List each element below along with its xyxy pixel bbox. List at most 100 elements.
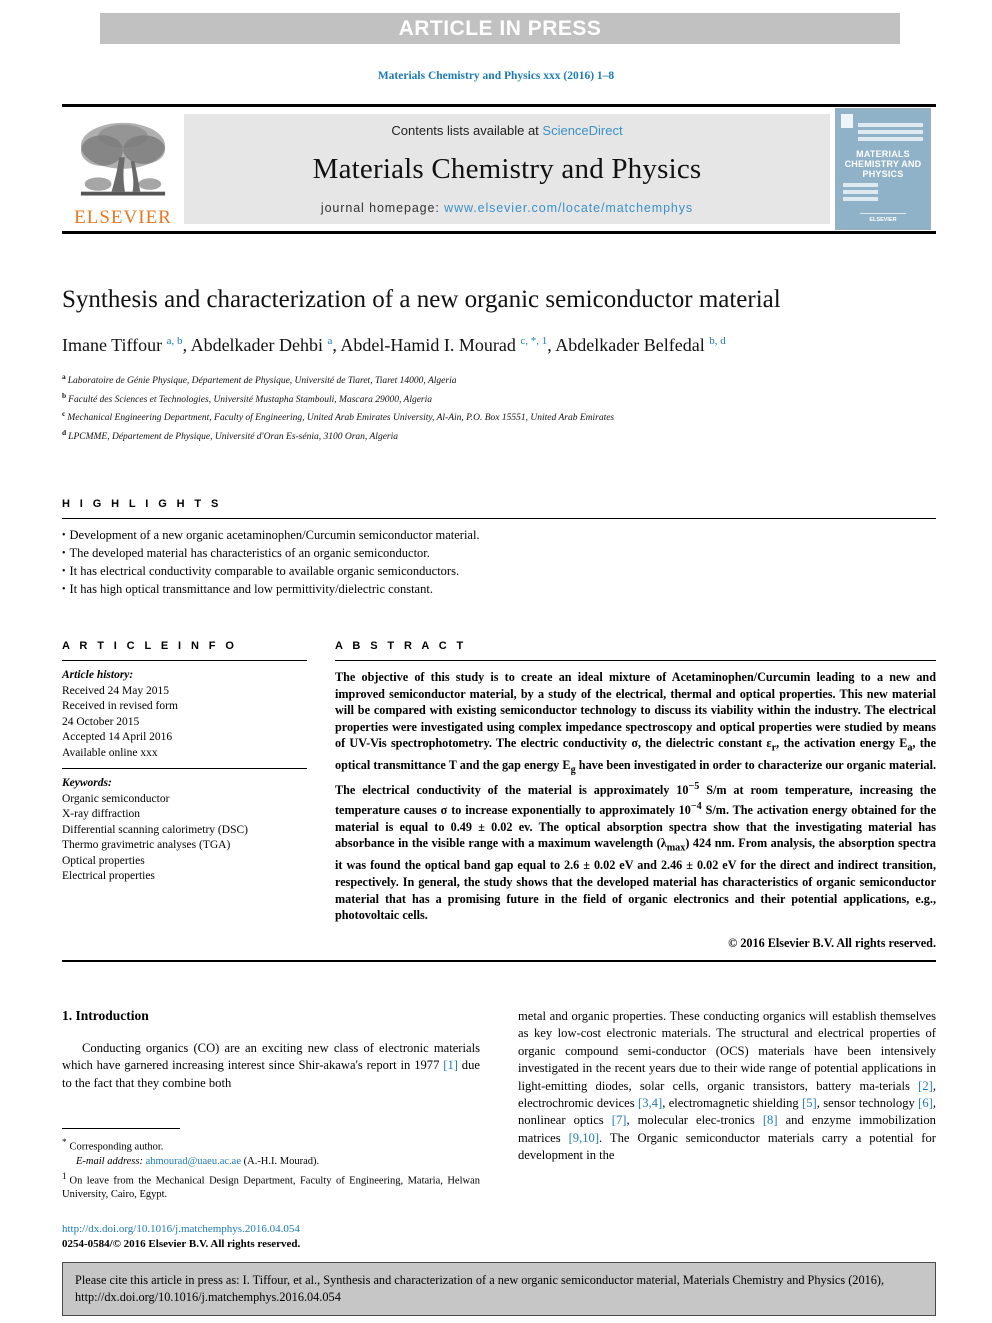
journal-cover-block: MATERIALS CHEMISTRY AND PHYSICS ELSEVIER <box>830 107 936 231</box>
body-column-right: metal and organic properties. These cond… <box>518 1008 936 1165</box>
issn-copyright-line: 0254-0584/© 2016 Elsevier B.V. All right… <box>62 1238 301 1250</box>
affiliation-mark: a <box>62 372 66 381</box>
cover-elsevier-mark <box>841 114 853 128</box>
keywords-rule <box>62 768 307 769</box>
cover-publisher-label: ELSEVIER <box>869 217 897 223</box>
footnote-email-line: E-mail address: ahmourad@uaeu.ac.ae (A.-… <box>62 1155 480 1169</box>
cover-bar <box>858 137 923 141</box>
cover-title-line3: PHYSICS <box>862 169 904 179</box>
affiliation-item: a Laboratoire de Génie Physique, Départem… <box>62 370 936 389</box>
article-history-label: Article history: <box>62 669 134 681</box>
article-info-section: A R T I C L E I N F O Article history: R… <box>62 640 307 951</box>
cover-title-line1: MATERIALS <box>856 149 910 159</box>
footnote-rule <box>62 1128 180 1129</box>
abstract-copyright: © 2016 Elsevier B.V. All rights reserved… <box>728 935 936 950</box>
cover-bar <box>843 197 878 201</box>
footnote-email-link[interactable]: ahmourad@uaeu.ac.ae <box>146 1156 241 1167</box>
journal-homepage-link[interactable]: www.elsevier.com/locate/matchemphys <box>444 201 693 215</box>
affiliation-mark: b <box>62 390 67 400</box>
keyword-item: Organic semiconductor <box>62 792 170 805</box>
highlights-list: Development of a new organic acetaminoph… <box>62 527 936 599</box>
article-history-item: Received 24 May 2015 <box>62 684 169 697</box>
footnote-email-suffix: (A.-H.I. Mourad). <box>243 1155 320 1167</box>
paper-page: ARTICLE IN PRESS Materials Chemistry and… <box>0 0 992 1323</box>
article-history-block: Article history: Received 24 May 2015 Re… <box>62 668 307 761</box>
cite-this-article-box: Please cite this article in press as: I.… <box>62 1262 936 1316</box>
intro-paragraph-left: Conducting organics (CO) are an exciting… <box>62 1041 480 1090</box>
elsevier-wordmark: ELSEVIER <box>74 207 172 228</box>
keyword-item: Electrical properties <box>62 870 155 882</box>
affiliation-mark: d <box>62 427 67 437</box>
affiliation-text: LPCMME, Département de Physique, Univers… <box>68 432 398 443</box>
cover-bar <box>843 190 878 194</box>
info-abstract-region: A R T I C L E I N F O Article history: R… <box>62 640 936 951</box>
cover-bar <box>843 183 878 187</box>
keywords-label: Keywords: <box>62 777 112 789</box>
abstract-rule <box>335 660 936 661</box>
keyword-item: Optical properties <box>62 854 145 867</box>
footnote-asterisk-mark: * <box>62 1137 67 1147</box>
footnote-corresponding-author: * Corresponding author. <box>62 1135 480 1155</box>
section-heading-introduction: 1. Introduction <box>62 1008 149 1023</box>
masthead-center: Contents lists available at ScienceDirec… <box>184 114 830 224</box>
keyword-item: Thermo gravimetric analyses (TGA) <box>62 839 231 851</box>
doi-link[interactable]: http://dx.doi.org/10.1016/j.matchemphys.… <box>62 1222 492 1237</box>
running-head: Materials Chemistry and Physics xxx (201… <box>377 70 615 82</box>
cover-title: MATERIALS CHEMISTRY AND PHYSICS <box>836 149 930 179</box>
journal-title: Materials Chemistry and Physics <box>312 153 702 185</box>
article-in-press-banner: ARTICLE IN PRESS <box>100 13 900 44</box>
intro-paragraph-right: metal and organic properties. These cond… <box>518 1009 937 1163</box>
highlight-item: Development of a new organic acetaminoph… <box>62 527 936 545</box>
footnote-numeric-mark: 1 <box>62 1170 67 1181</box>
cover-bar <box>858 123 923 127</box>
article-history-item: 24 October 2015 <box>62 715 140 728</box>
affiliation-list: a Laboratoire de Génie Physique, Départem… <box>62 370 936 445</box>
affiliation-item: c Mechanical Engineering Department, Facu… <box>62 407 936 426</box>
highlight-item: It has electrical conductivity comparabl… <box>62 563 936 581</box>
highlight-item: It has high optical transmittance and lo… <box>62 581 936 599</box>
highlights-section: H I G H L I G H T S Development of a new… <box>62 498 936 599</box>
article-info-rule <box>62 660 307 661</box>
elsevier-tree-icon <box>80 122 166 196</box>
sciencedirect-link[interactable]: ScienceDirect <box>542 123 622 138</box>
journal-cover-thumbnail: MATERIALS CHEMISTRY AND PHYSICS ELSEVIER <box>835 108 931 230</box>
footnote-email-label: E-mail address: <box>76 1155 143 1167</box>
page-title: Synthesis and characterization of a new … <box>62 286 781 313</box>
abstract-section: A B S T R A C T The objective of this st… <box>335 640 936 951</box>
affiliation-mark: c <box>62 409 66 419</box>
cover-divider <box>860 213 906 214</box>
footnote-on-leave-text: On leave from the Mechanical Design Depa… <box>62 1175 480 1200</box>
affiliation-text: Laboratoire de Génie Physique, Départeme… <box>67 376 457 387</box>
affiliation-item: b Faculté des Sciences et Technologies, U… <box>62 389 936 408</box>
footnote-corresponding-text: Corresponding author. <box>69 1141 164 1153</box>
author-list: Imane Tiffour a, b, Abdelkader Dehbi a, … <box>62 335 726 355</box>
footnote-block: * Corresponding author. E-mail address: a… <box>62 1128 480 1202</box>
journal-homepage-line: journal homepage: www.elsevier.com/locat… <box>321 201 693 215</box>
title-block: Synthesis and characterization of a new … <box>62 285 936 445</box>
cite-this-article-text: Please cite this article in press as: I.… <box>75 1273 885 1304</box>
keyword-item: X-ray diffraction <box>62 808 141 820</box>
abstract-text: The objective of this study is to create… <box>335 670 937 923</box>
affiliation-item: d LPCMME, Département de Physique, Univer… <box>62 426 936 445</box>
footnote-on-leave: 1 On leave from the Mechanical Design Dep… <box>62 1169 480 1203</box>
article-history-item: Available online xxx <box>62 746 158 759</box>
affiliation-text: Faculté des Sciences et Technologies, Un… <box>68 394 433 405</box>
cover-title-line2: CHEMISTRY AND <box>844 159 922 169</box>
article-in-press-label: ARTICLE IN PRESS <box>398 16 602 40</box>
contents-available-line: Contents lists available at ScienceDirec… <box>391 123 622 138</box>
article-info-heading: A R T I C L E I N F O <box>62 640 238 652</box>
abstract-bottom-rule <box>62 960 936 962</box>
keywords-block: Keywords: Organic semiconductor X-ray di… <box>62 776 307 885</box>
journal-masthead: ELSEVIER Contents lists available at Sci… <box>62 104 936 234</box>
abstract-heading: A B S T R A C T <box>335 640 467 652</box>
highlights-rule <box>62 518 936 519</box>
highlight-item: The developed material has characteristi… <box>62 545 936 563</box>
contents-prefix: Contents lists available at <box>391 123 543 138</box>
doi-block: http://dx.doi.org/10.1016/j.matchemphys.… <box>62 1222 492 1252</box>
homepage-prefix: journal homepage: <box>320 201 445 215</box>
highlights-heading: H I G H L I G H T S <box>62 498 222 510</box>
cover-bar <box>858 130 923 134</box>
keyword-item: Differential scanning calorimetry (DSC) <box>62 823 248 836</box>
article-history-item: Accepted 14 April 2016 <box>62 731 173 743</box>
elsevier-logo: ELSEVIER <box>62 107 184 231</box>
